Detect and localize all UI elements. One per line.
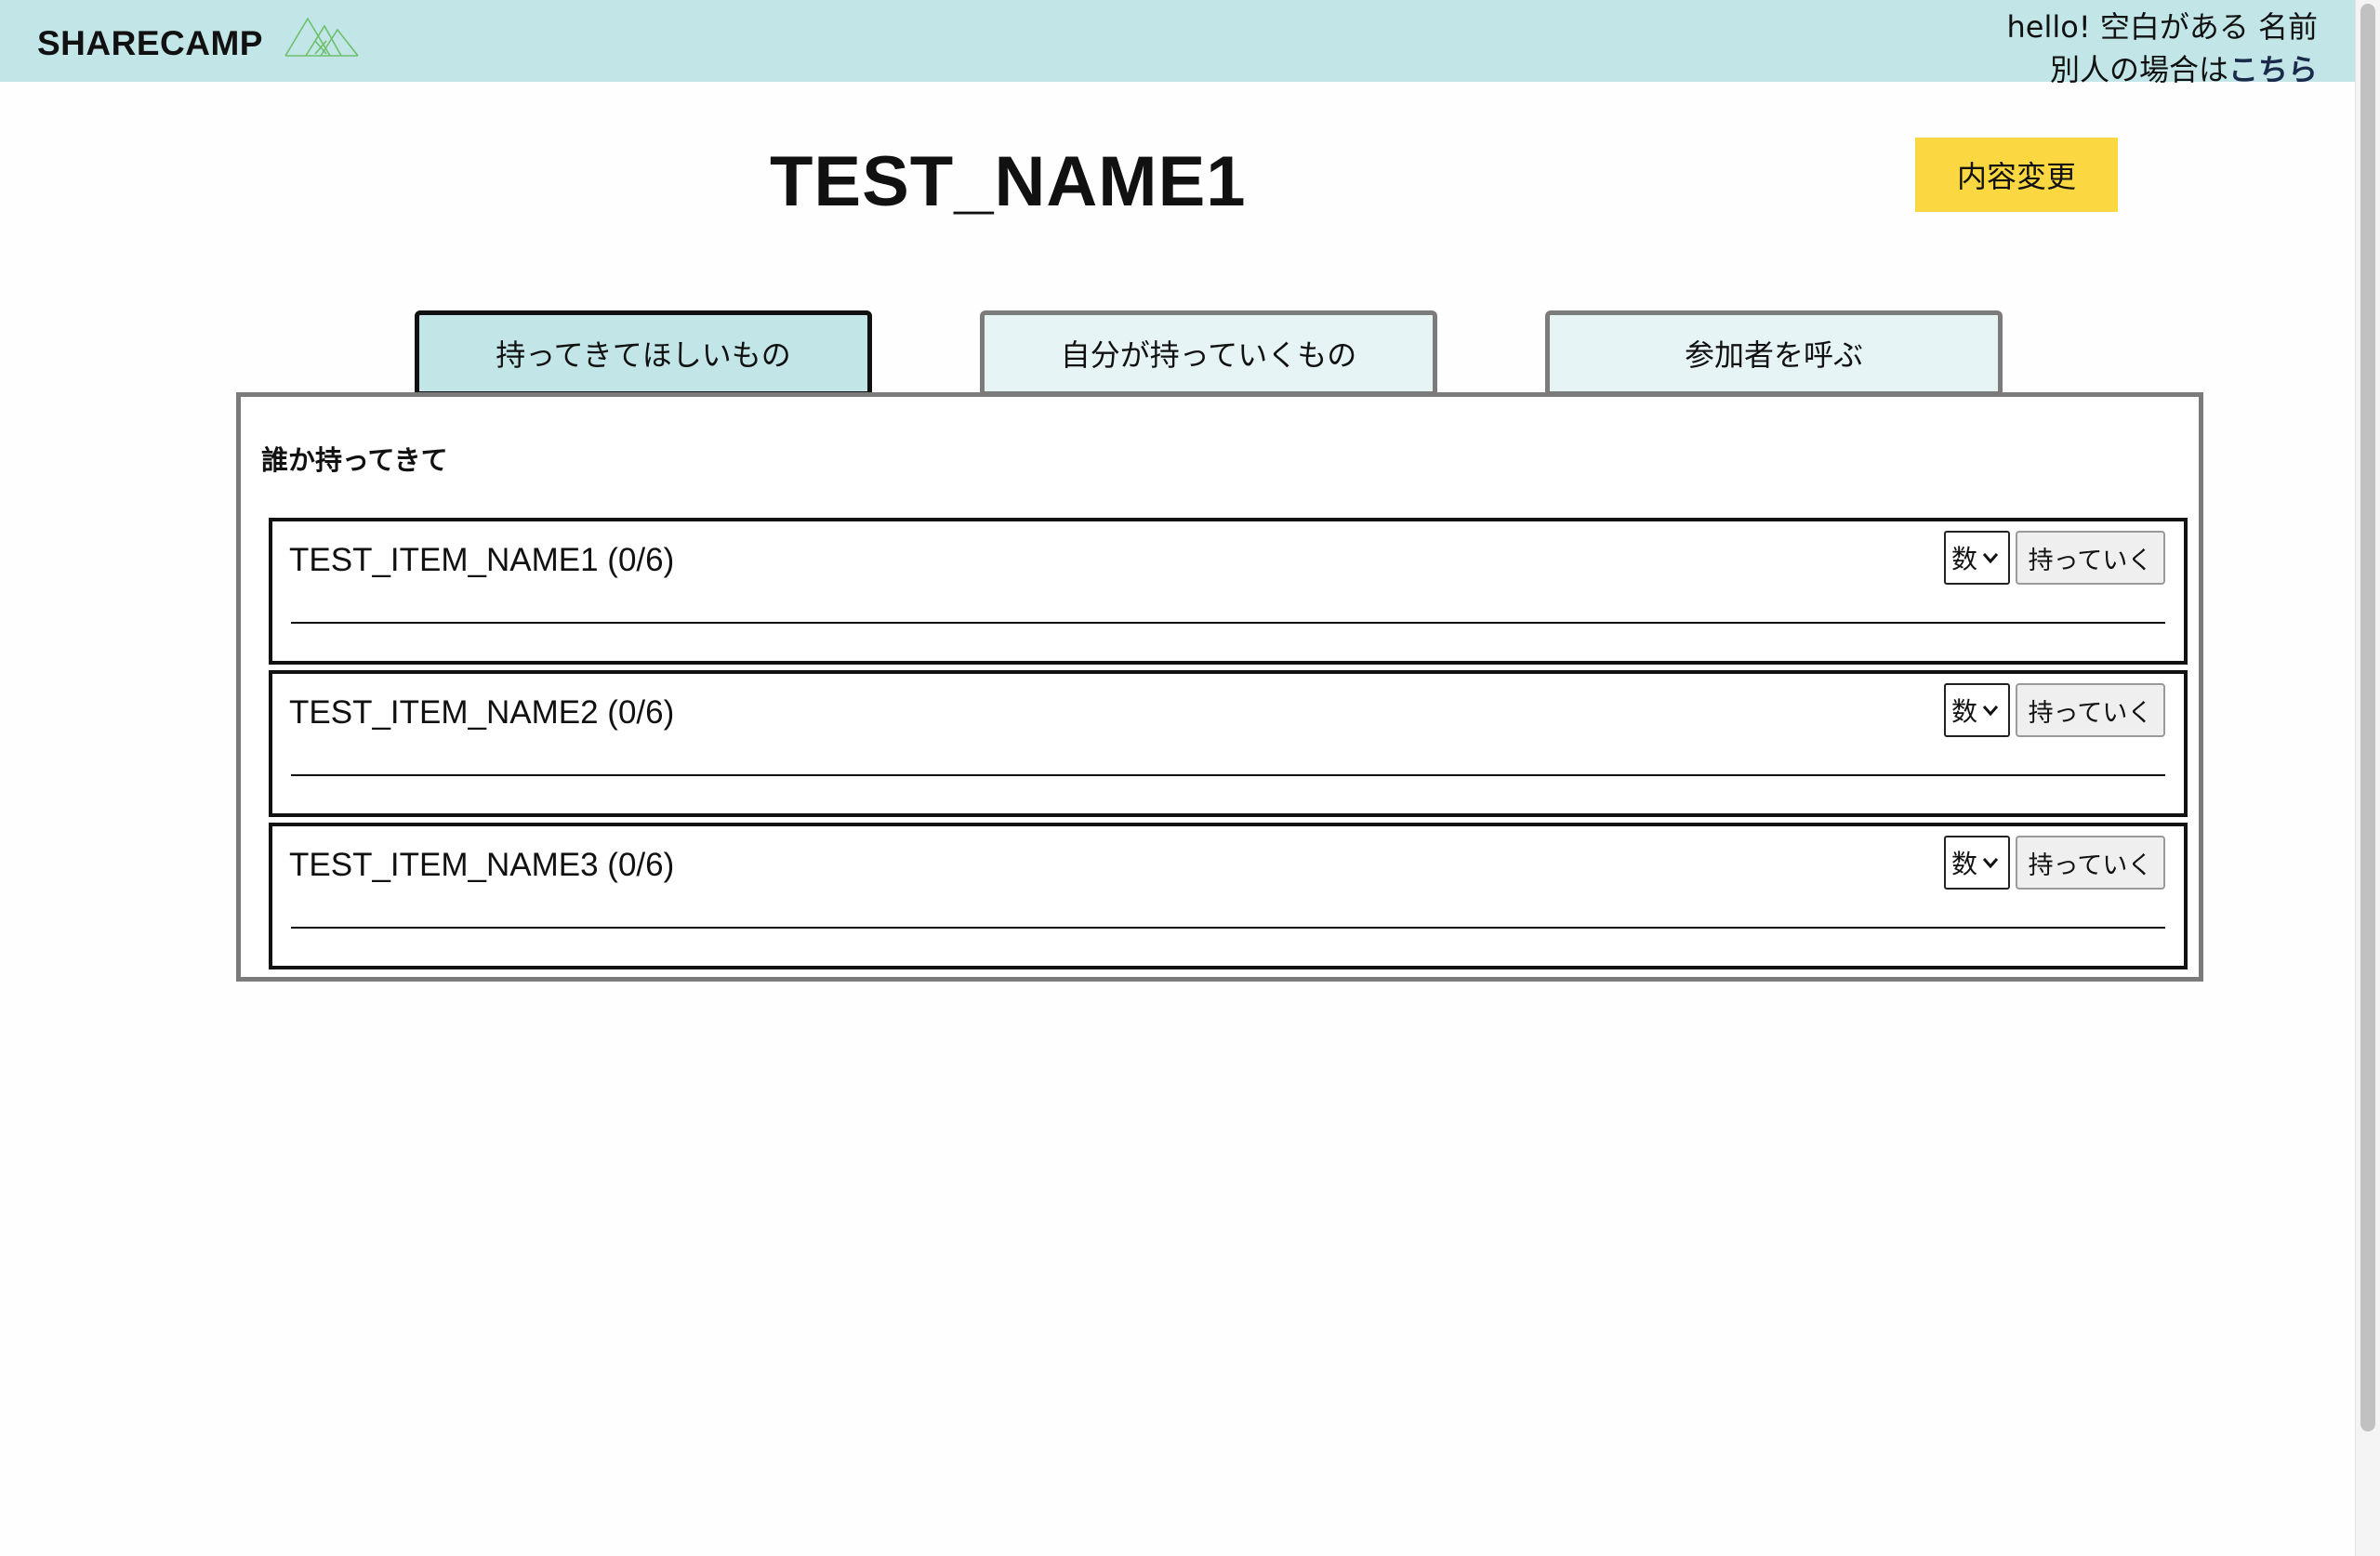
quantity-select[interactable]: 数 (1944, 531, 2010, 585)
page-title: TEST_NAME1 (770, 142, 1247, 221)
user-greeting: hello! 空白がある 名前 (2006, 9, 2318, 45)
quantity-select-value: 数 (1951, 696, 1978, 727)
bring-button[interactable]: 持っていく (2016, 836, 2165, 890)
item-name: TEST_ITEM_NAME1 (0/6) (289, 542, 675, 578)
top-header: SHARECAMP hello! 空白がある 名前 別人の場合はこちら (0, 0, 2355, 87)
item-divider (291, 622, 2165, 624)
items-panel: 誰か持ってきて TEST_ITEM_NAME1 (0/6) 数 持っていく TE… (236, 392, 2203, 982)
list-item: TEST_ITEM_NAME3 (0/6) 数 持っていく (269, 823, 2188, 969)
mountain-logo-icon (284, 17, 359, 57)
section-heading: 誰か持ってきて (261, 444, 448, 476)
brand-name[interactable]: SHARECAMP (37, 24, 263, 63)
switch-user-prefix: 別人の場合は (2049, 52, 2228, 87)
bring-button[interactable]: 持っていく (2016, 683, 2165, 737)
tab-my-items[interactable]: 自分が持っていくもの (980, 310, 1437, 396)
list-item: TEST_ITEM_NAME1 (0/6) 数 持っていく (269, 518, 2188, 665)
switch-user-line: 別人の場合はこちら (2050, 46, 2318, 89)
quantity-select-value: 数 (1951, 849, 1978, 879)
list-item: TEST_ITEM_NAME2 (0/6) 数 持っていく (269, 670, 2188, 817)
scrollbar-thumb[interactable] (2360, 4, 2375, 1431)
tab-requested-items[interactable]: 持ってきてほしいもの (415, 310, 872, 396)
tab-invite-participants[interactable]: 参加者を呼ぶ (1545, 310, 2003, 396)
switch-user-link[interactable]: こちら (2228, 52, 2318, 87)
vertical-scrollbar[interactable] (2355, 0, 2380, 1556)
quantity-select[interactable]: 数 (1944, 836, 2010, 890)
item-name: TEST_ITEM_NAME3 (0/6) (289, 847, 675, 883)
chevron-down-icon (1982, 705, 1999, 717)
chevron-down-icon (1982, 858, 1999, 869)
item-divider (291, 927, 2165, 929)
bring-button[interactable]: 持っていく (2016, 531, 2165, 585)
item-divider (291, 774, 2165, 776)
item-name: TEST_ITEM_NAME2 (0/6) (289, 694, 675, 731)
chevron-down-icon (1982, 553, 1999, 564)
edit-content-button[interactable]: 内容変更 (1915, 138, 2118, 212)
quantity-select-value: 数 (1951, 544, 1978, 574)
quantity-select[interactable]: 数 (1944, 683, 2010, 737)
